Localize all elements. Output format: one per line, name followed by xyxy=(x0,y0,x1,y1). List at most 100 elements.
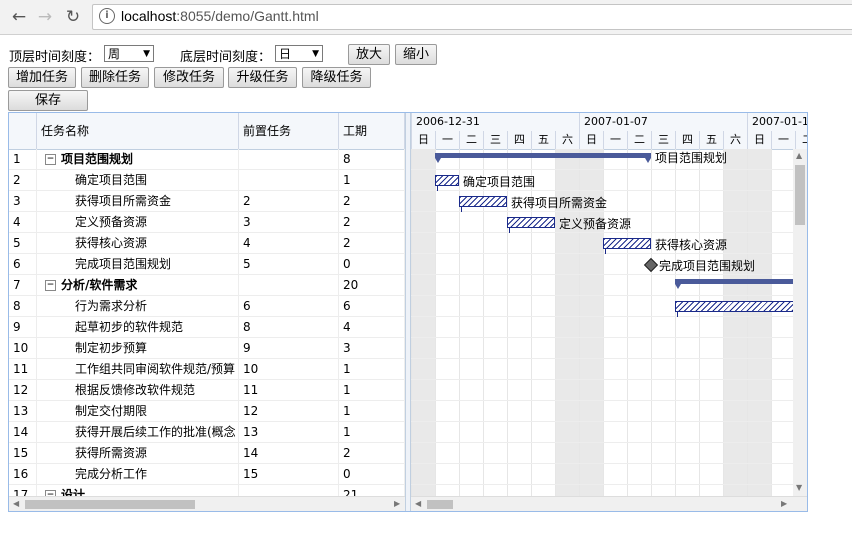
col-header-duration[interactable]: 工期 xyxy=(339,113,405,149)
scroll-right-icon[interactable]: ▶ xyxy=(394,499,400,508)
collapse-toggle-icon[interactable]: − xyxy=(45,280,56,291)
scroll-thumb[interactable] xyxy=(795,165,805,225)
task-name-cell[interactable]: 获得项目所需资金 xyxy=(37,191,239,212)
delete-task-button[interactable]: 删除任务 xyxy=(81,67,149,88)
task-name-cell[interactable]: 完成项目范围规划 xyxy=(37,254,239,275)
scroll-thumb[interactable] xyxy=(427,500,453,509)
scroll-right-icon[interactable]: ▶ xyxy=(781,499,787,508)
table-row[interactable]: 13 制定交付期限 12 1 xyxy=(9,401,405,422)
duration-cell[interactable]: 1 xyxy=(339,380,405,401)
task-name-cell[interactable]: 定义预备资源 xyxy=(37,212,239,233)
task-name-cell[interactable]: 获得开展后续工作的批准(概念 xyxy=(37,422,239,443)
predecessor-cell[interactable]: 9 xyxy=(239,338,339,359)
upgrade-task-button[interactable]: 升级任务 xyxy=(228,67,297,88)
task-name-cell[interactable]: 行为需求分析 xyxy=(37,296,239,317)
arrow-left-icon[interactable]: ← xyxy=(8,6,30,28)
info-icon[interactable]: i xyxy=(99,8,115,24)
summary-bar[interactable] xyxy=(675,279,807,289)
task-bar[interactable] xyxy=(507,217,555,228)
duration-cell[interactable]: 1 xyxy=(339,170,405,191)
duration-cell[interactable]: 2 xyxy=(339,443,405,464)
task-name-cell[interactable]: 获得核心资源 xyxy=(37,233,239,254)
duration-cell[interactable]: 0 xyxy=(339,464,405,485)
top-scale-select[interactable]: 周 ▼ xyxy=(104,45,154,62)
predecessor-cell[interactable] xyxy=(239,170,339,191)
predecessor-cell[interactable]: 15 xyxy=(239,464,339,485)
scroll-left-icon[interactable]: ◀ xyxy=(415,499,421,508)
address-bar[interactable]: i localhost:8055/demo/Gantt.html xyxy=(92,4,852,30)
table-row[interactable]: 10 制定初步预算 9 3 xyxy=(9,338,405,359)
predecessor-cell[interactable]: 6 xyxy=(239,296,339,317)
table-row[interactable]: 9 起草初步的软件规范 8 4 xyxy=(9,317,405,338)
duration-cell[interactable]: 2 xyxy=(339,191,405,212)
task-bar[interactable] xyxy=(435,175,459,186)
gantt-hscrollbar[interactable]: ◀ ▶ xyxy=(411,496,807,511)
duration-cell[interactable]: 3 xyxy=(339,338,405,359)
col-header-name[interactable]: 任务名称 xyxy=(37,113,239,149)
predecessor-cell[interactable] xyxy=(239,149,339,170)
task-name-cell[interactable]: 制定初步预算 xyxy=(37,338,239,359)
downgrade-task-button[interactable]: 降级任务 xyxy=(302,67,371,88)
col-header-pred[interactable]: 前置任务 xyxy=(239,113,339,149)
predecessor-cell[interactable]: 8 xyxy=(239,317,339,338)
zoom-out-button[interactable]: 缩小 xyxy=(395,44,437,65)
reload-icon[interactable]: ↻ xyxy=(62,6,84,28)
predecessor-cell[interactable]: 10 xyxy=(239,359,339,380)
predecessor-cell[interactable]: 5 xyxy=(239,254,339,275)
task-name-cell[interactable]: 完成分析工作 xyxy=(37,464,239,485)
table-row[interactable]: 12 根据反馈修改软件规范 11 1 xyxy=(9,380,405,401)
duration-cell[interactable]: 20 xyxy=(339,275,405,296)
predecessor-cell[interactable]: 2 xyxy=(239,191,339,212)
table-row[interactable]: 8 行为需求分析 6 6 xyxy=(9,296,405,317)
table-row[interactable]: 7− 分析/软件需求 20 xyxy=(9,275,405,296)
task-name-cell[interactable]: − 项目范围规划 xyxy=(37,149,239,170)
predecessor-cell[interactable] xyxy=(239,275,339,296)
duration-cell[interactable]: 2 xyxy=(339,233,405,254)
table-row[interactable]: 1− 项目范围规划 8 xyxy=(9,149,405,170)
task-bar[interactable] xyxy=(603,238,651,249)
predecessor-cell[interactable]: 12 xyxy=(239,401,339,422)
duration-cell[interactable]: 6 xyxy=(339,296,405,317)
task-bar[interactable] xyxy=(675,301,807,312)
task-name-cell[interactable]: 确定项目范围 xyxy=(37,170,239,191)
task-name-cell[interactable]: 根据反馈修改软件规范 xyxy=(37,380,239,401)
table-row[interactable]: 6 完成项目范围规划 5 0 xyxy=(9,254,405,275)
predecessor-cell[interactable]: 11 xyxy=(239,380,339,401)
table-row[interactable]: 4 定义预备资源 3 2 xyxy=(9,212,405,233)
duration-cell[interactable]: 8 xyxy=(339,149,405,170)
table-row[interactable]: 11 工作组共同审阅软件规范/预算 10 1 xyxy=(9,359,405,380)
duration-cell[interactable]: 0 xyxy=(339,254,405,275)
task-bar[interactable] xyxy=(459,196,507,207)
scroll-thumb[interactable] xyxy=(25,500,195,509)
bottom-scale-select[interactable]: 日 ▼ xyxy=(275,45,323,62)
task-name-cell[interactable]: 获得所需资源 xyxy=(37,443,239,464)
scroll-down-icon[interactable]: ▼ xyxy=(796,483,802,492)
edit-task-button[interactable]: 修改任务 xyxy=(154,67,224,88)
summary-bar[interactable] xyxy=(435,153,651,163)
task-name-cell[interactable]: − 分析/软件需求 xyxy=(37,275,239,296)
predecessor-cell[interactable]: 14 xyxy=(239,443,339,464)
table-row[interactable]: 2 确定项目范围 1 xyxy=(9,170,405,191)
table-row[interactable]: 14 获得开展后续工作的批准(概念 13 1 xyxy=(9,422,405,443)
task-name-cell[interactable]: 起草初步的软件规范 xyxy=(37,317,239,338)
predecessor-cell[interactable]: 13 xyxy=(239,422,339,443)
duration-cell[interactable]: 1 xyxy=(339,401,405,422)
table-hscrollbar[interactable]: ◀ ▶ xyxy=(9,496,405,511)
predecessor-cell[interactable]: 4 xyxy=(239,233,339,254)
add-task-button[interactable]: 增加任务 xyxy=(8,67,76,88)
scroll-left-icon[interactable]: ◀ xyxy=(13,499,19,508)
task-name-cell[interactable]: 制定交付期限 xyxy=(37,401,239,422)
zoom-in-button[interactable]: 放大 xyxy=(348,44,390,65)
scroll-up-icon[interactable]: ▲ xyxy=(796,151,802,160)
table-row[interactable]: 16 完成分析工作 15 0 xyxy=(9,464,405,485)
predecessor-cell[interactable]: 3 xyxy=(239,212,339,233)
duration-cell[interactable]: 1 xyxy=(339,422,405,443)
arrow-right-icon[interactable]: → xyxy=(34,6,56,28)
duration-cell[interactable]: 2 xyxy=(339,212,405,233)
task-name-cell[interactable]: 工作组共同审阅软件规范/预算 xyxy=(37,359,239,380)
table-row[interactable]: 3 获得项目所需资金 2 2 xyxy=(9,191,405,212)
table-row[interactable]: 5 获得核心资源 4 2 xyxy=(9,233,405,254)
collapse-toggle-icon[interactable]: − xyxy=(45,154,56,165)
save-button[interactable]: 保存 xyxy=(8,90,88,111)
gantt-vscrollbar[interactable]: ▲ ▼ xyxy=(793,149,807,496)
